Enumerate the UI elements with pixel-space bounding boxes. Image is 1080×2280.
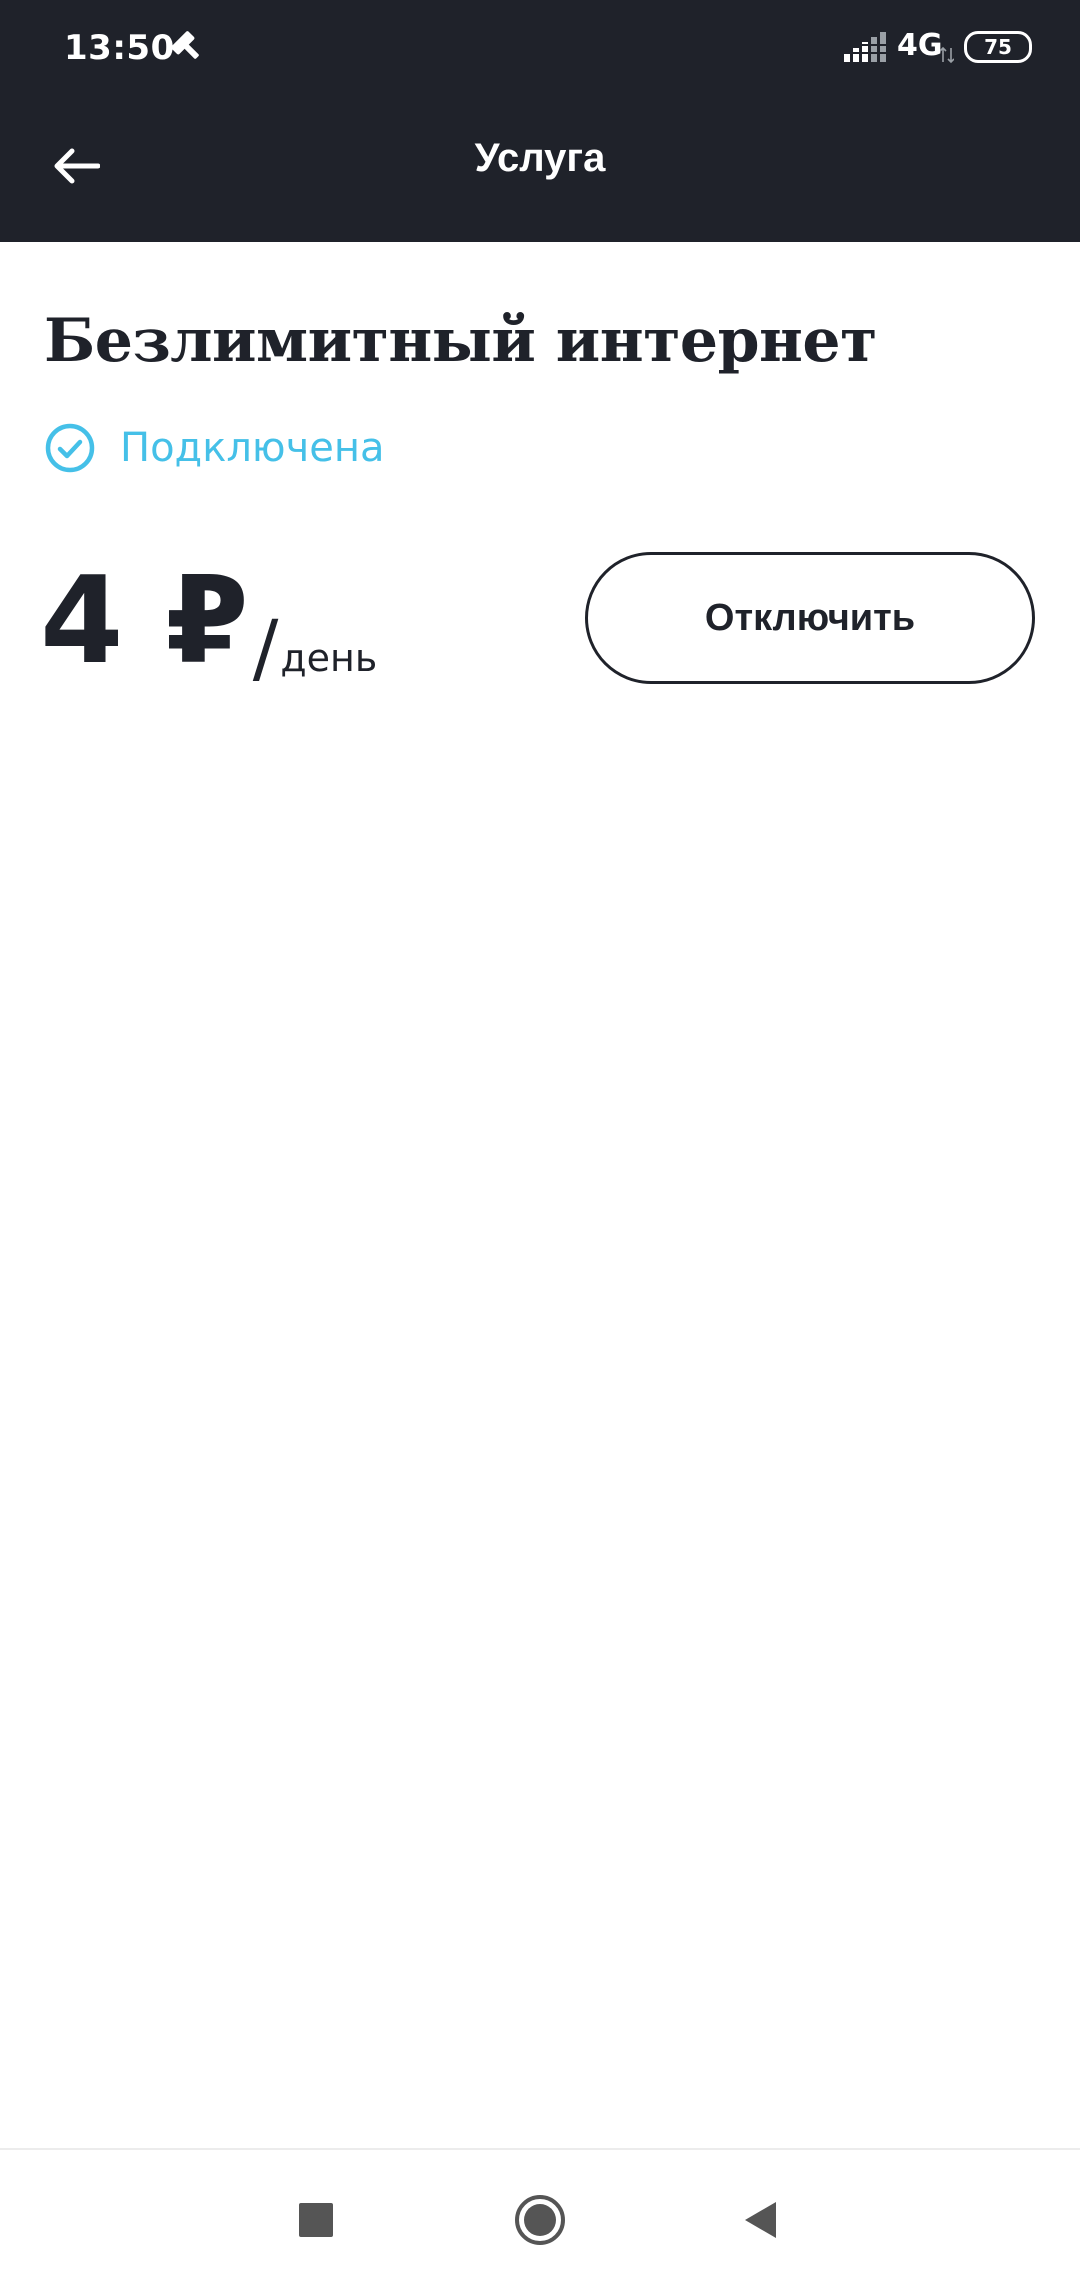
price-slash: / [252, 603, 279, 692]
home-circle-icon [515, 2195, 565, 2245]
status-text: Подключена [120, 425, 385, 471]
check-circle-icon [45, 423, 95, 473]
price-value: 4 ₽ [40, 552, 249, 691]
app-header: 13:50 4G 75 Услуга [0, 0, 1080, 242]
disconnect-button[interactable]: Отключить [585, 552, 1035, 684]
battery-level: 75 [984, 35, 1012, 59]
back-triangle-icon [745, 2202, 776, 2238]
toolbar: Услуга [0, 110, 1080, 222]
signal-icon [842, 32, 888, 62]
page-title: Услуга [474, 136, 606, 180]
service-price: 4 ₽ / день [40, 552, 378, 691]
data-arrows-icon [940, 46, 954, 64]
hammer-icon [171, 31, 199, 59]
recents-square-icon [299, 2203, 333, 2237]
status-bar: 13:50 4G 75 [0, 0, 1080, 96]
network-type-label: 4G [897, 28, 943, 63]
price-period: день [280, 636, 378, 680]
service-title: Безлимитный интернет [44, 306, 877, 376]
recents-button[interactable] [276, 2180, 356, 2260]
system-nav-bar [0, 2148, 1080, 2280]
battery-icon: 75 [964, 31, 1032, 63]
service-status: Подключена [44, 420, 385, 476]
status-time: 13:50 [64, 28, 175, 68]
system-back-button[interactable] [720, 2180, 800, 2260]
home-button[interactable] [500, 2180, 580, 2260]
